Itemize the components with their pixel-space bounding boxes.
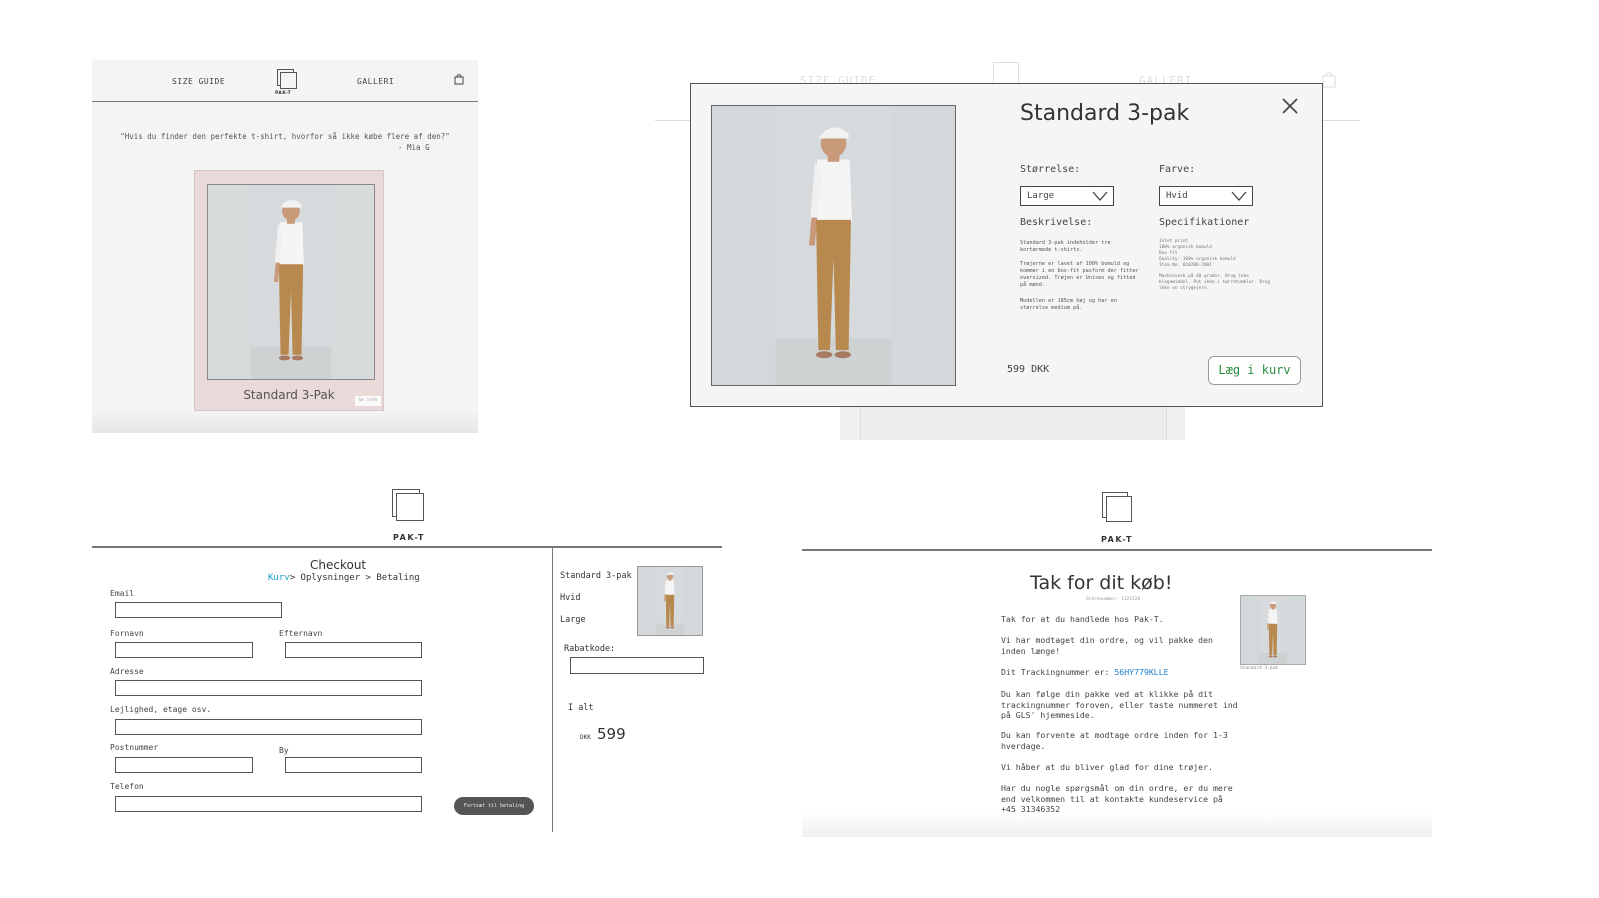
bottom-fade xyxy=(802,812,1432,837)
discount-label: Rabatkode: xyxy=(564,644,616,654)
logo[interactable]: PAK-T xyxy=(274,68,298,98)
logo-square-front xyxy=(396,493,424,521)
breadcrumb-kurv[interactable]: Kurv xyxy=(268,573,290,583)
product-listing-screen: SIZE GUIDE PAK-T GALLERI "Hvis du finder… xyxy=(92,60,478,433)
lejlighed-label: Lejlighed, etage osv. xyxy=(110,705,212,714)
email-field[interactable] xyxy=(115,602,282,618)
summary-color: Hvid xyxy=(560,593,581,603)
tracking-number-link[interactable]: 56HY779KLLE xyxy=(1114,667,1168,677)
total-currency: DKK xyxy=(580,734,591,741)
adresse-field[interactable] xyxy=(115,680,422,696)
order-product-caption: Standard 3-pak xyxy=(1240,666,1278,671)
brand-label: PAK-T xyxy=(1101,535,1133,544)
add-to-cart-button[interactable]: Læg i kurv xyxy=(1208,356,1301,385)
header-divider xyxy=(802,549,1432,551)
nav-size-guide[interactable]: SIZE GUIDE xyxy=(172,77,225,86)
thanks-paragraph: Tak for at du handlede hos Pak-T. xyxy=(1001,614,1164,624)
product-image xyxy=(207,184,375,380)
happy-paragraph: Vi håber at du bliver glad for dine trøj… xyxy=(1001,762,1213,772)
tracking-prefix: Dit Trackingnummer er: xyxy=(1001,667,1115,677)
fornavn-label: Fornavn xyxy=(110,629,144,638)
description-text-1: Standard 3-pak indeholder tre kortærmede… xyxy=(1020,240,1111,253)
efternavn-field[interactable] xyxy=(285,642,422,658)
modal-title: Standard 3-pak xyxy=(1020,101,1190,126)
spec-line: Item No. 010288-2001 xyxy=(1159,263,1212,268)
column-divider xyxy=(552,547,554,832)
by-label: By xyxy=(279,746,289,755)
checkout-screen: PAK-T Checkout Kurv> Oplysninger > Betal… xyxy=(92,487,722,837)
description-text-3: Modellen er 185cm høj og har en størrels… xyxy=(1020,298,1117,311)
size-select-value: Large xyxy=(1027,191,1055,201)
by-field[interactable] xyxy=(285,757,422,773)
summary-product-image xyxy=(637,566,703,636)
spec-care: Maskinvask på 40 grader. Brug ikke blege… xyxy=(1159,274,1271,291)
product-modal: Standard 3-pak Størrelse: Large Farve: H… xyxy=(690,83,1323,407)
color-label: Farve: xyxy=(1159,164,1196,175)
logo[interactable] xyxy=(390,487,424,531)
see-info-button[interactable]: Se info xyxy=(355,396,381,406)
breadcrumb: Kurv> Oplysninger > Betaling xyxy=(268,573,420,583)
quote-author: - Mia G xyxy=(398,143,430,152)
spec-label: Specifikationer xyxy=(1159,217,1250,228)
summary-size: Large xyxy=(560,615,586,625)
nav-galleri[interactable]: GALLERI xyxy=(357,77,394,86)
logo-label: PAK-T xyxy=(275,91,292,96)
bottom-fade xyxy=(92,410,478,433)
received-paragraph: Vi har modtaget din ordre, og vil pakke … xyxy=(1001,635,1213,656)
delivery-time-paragraph: Du kan forvente at modtage ordre inden f… xyxy=(1001,730,1228,751)
top-nav: SIZE GUIDE PAK-T GALLERI xyxy=(92,60,478,102)
modal-product-image xyxy=(711,105,956,386)
order-confirmation-screen: PAK-T Tak for dit køb! Ordrenummer: 1121… xyxy=(802,487,1432,837)
lejlighed-field[interactable] xyxy=(115,719,422,735)
breadcrumb-rest: > Oplysninger > Betaling xyxy=(289,573,420,583)
description-label: Beskrivelse: xyxy=(1020,217,1093,228)
fornavn-field[interactable] xyxy=(115,642,253,658)
continue-to-payment-button[interactable]: Fortsæt til betaling xyxy=(454,797,534,815)
total-label: I alt xyxy=(568,703,594,713)
logo-square-front xyxy=(1106,496,1132,522)
quote-text: "Hvis du finder den perfekte t-shirt, hv… xyxy=(120,132,450,141)
description-text-2: Trøjerne er lavet af 100% bomuld og komm… xyxy=(1020,261,1139,288)
logo[interactable] xyxy=(1100,490,1134,530)
email-label: Email xyxy=(110,589,135,598)
postnummer-label: Postnummer xyxy=(110,743,159,752)
adresse-label: Adresse xyxy=(110,667,144,676)
ghost-bag-icon xyxy=(1322,72,1336,88)
summary-product-name: Standard 3-pak xyxy=(560,571,632,581)
postnummer-field[interactable] xyxy=(115,757,253,773)
chevron-down-icon xyxy=(1092,191,1108,201)
order-number: Ordrenummer: 1121520 xyxy=(1086,597,1141,602)
modal-price: 599 DKK xyxy=(1007,364,1050,375)
bag-icon[interactable] xyxy=(454,74,464,85)
contact-paragraph: Har du nogle spørgsmål om din ordre, er … xyxy=(1001,783,1233,814)
checkout-heading: Checkout xyxy=(310,558,367,572)
brand-label: PAK-T xyxy=(393,533,425,542)
order-product-image xyxy=(1240,595,1306,665)
discount-code-field[interactable] xyxy=(570,657,704,674)
thank-you-heading: Tak for dit køb! xyxy=(1030,572,1173,594)
telefon-label: Telefon xyxy=(110,782,144,791)
total-amount: 599 xyxy=(597,725,626,743)
product-card[interactable]: Standard 3-Pak Se info xyxy=(194,170,384,411)
size-select[interactable]: Large xyxy=(1020,186,1114,206)
logo-square-front xyxy=(280,72,297,89)
tracking-paragraph: Dit Trackingnummer er: 56HY779KLLE xyxy=(1001,667,1241,678)
color-select-value: Hvid xyxy=(1166,191,1188,201)
size-label: Størrelse: xyxy=(1020,164,1081,175)
telefon-field[interactable] xyxy=(115,796,422,812)
header-divider xyxy=(92,546,722,548)
chevron-down-icon xyxy=(1231,191,1247,201)
follow-package-paragraph: Du kan følge din pakke ved at klikke på … xyxy=(1001,689,1238,720)
close-icon[interactable] xyxy=(1280,96,1300,116)
color-select[interactable]: Hvid xyxy=(1159,186,1253,206)
efternavn-label: Efternavn xyxy=(279,629,323,638)
